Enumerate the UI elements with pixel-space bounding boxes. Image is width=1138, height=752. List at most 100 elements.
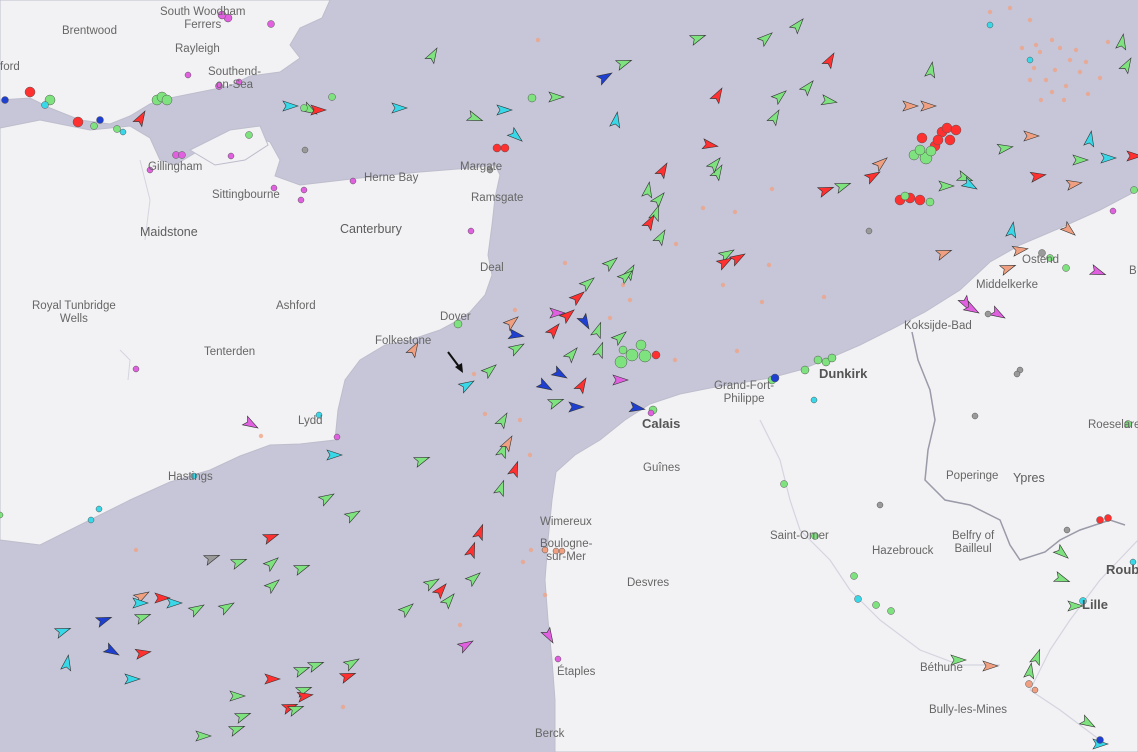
tanker-vessel-anchored-marker[interactable] xyxy=(1104,514,1112,522)
pleasure-vessel-anchored-marker[interactable] xyxy=(554,655,562,663)
pleasure-vessel-anchored-marker[interactable] xyxy=(178,151,186,159)
fishing-vessel-dot[interactable] xyxy=(562,260,568,266)
tug-vessel-anchored-marker[interactable] xyxy=(854,595,862,603)
tug-vessel-anchored-marker[interactable] xyxy=(810,396,818,404)
cargo-vessel-anchored-marker[interactable] xyxy=(780,480,788,488)
tug-vessel-anchored-marker[interactable] xyxy=(1026,56,1034,64)
cargo-vessel-anchored-marker[interactable] xyxy=(872,601,880,609)
fishing-vessel-dot[interactable] xyxy=(1097,75,1103,81)
cargo-vessel-anchored-marker[interactable] xyxy=(850,572,858,580)
fishing-vessel-dot[interactable] xyxy=(620,282,626,288)
fishing-vessel-dot[interactable] xyxy=(1061,97,1067,103)
pleasure-vessel-anchored-marker[interactable] xyxy=(184,71,192,79)
tanker-vessel-anchored-marker[interactable] xyxy=(914,194,926,206)
fishing-vessel-dot[interactable] xyxy=(1085,91,1091,97)
vessel-map[interactable] xyxy=(0,0,1138,752)
fishing-vessel-dot[interactable] xyxy=(1027,77,1033,83)
fishing-vessel-dot[interactable] xyxy=(1057,45,1063,51)
tanker-vessel-anchored-marker[interactable] xyxy=(72,116,84,128)
fishing-vessel-dot[interactable] xyxy=(512,307,518,313)
unknown-vessel-anchored-marker[interactable] xyxy=(876,501,884,509)
fishing-vessel-dot[interactable] xyxy=(1073,47,1079,53)
cargo-vessel-anchored-marker[interactable] xyxy=(1130,186,1138,194)
fishing-vessel-dot[interactable] xyxy=(1067,57,1073,63)
unknown-vessel-anchored-marker[interactable] xyxy=(865,227,873,235)
tug-vessel-anchored-marker[interactable] xyxy=(986,21,994,29)
fishing-vessel-anchored-marker[interactable] xyxy=(1031,686,1039,694)
fishing-vessel-dot[interactable] xyxy=(627,297,633,303)
fishing-vessel-dot[interactable] xyxy=(1043,77,1049,83)
cargo-vessel-anchored-marker[interactable] xyxy=(638,349,652,363)
tanker-vessel-anchored-marker[interactable] xyxy=(492,143,502,153)
fishing-vessel-dot[interactable] xyxy=(133,547,139,553)
cargo-vessel-anchored-marker[interactable] xyxy=(914,144,926,156)
passenger-vessel-anchored-marker[interactable] xyxy=(1,96,9,104)
fishing-vessel-dot[interactable] xyxy=(482,411,488,417)
cargo-vessel-anchored-marker[interactable] xyxy=(813,355,823,365)
pleasure-vessel-anchored-marker[interactable] xyxy=(132,365,140,373)
fishing-vessel-dot[interactable] xyxy=(1077,69,1083,75)
cargo-vessel-anchored-marker[interactable] xyxy=(328,93,336,101)
fishing-vessel-dot[interactable] xyxy=(821,294,827,300)
fishing-vessel-dot[interactable] xyxy=(987,9,993,15)
pleasure-vessel-anchored-marker[interactable] xyxy=(349,177,357,185)
fishing-vessel-dot[interactable] xyxy=(1007,5,1013,11)
tug-vessel-anchored-marker[interactable] xyxy=(95,505,103,513)
cargo-vessel-anchored-marker[interactable] xyxy=(887,607,895,615)
fishing-vessel-anchored-marker[interactable] xyxy=(1025,680,1033,688)
fishing-vessel-dot[interactable] xyxy=(1027,17,1033,23)
unknown-vessel-anchored-marker[interactable] xyxy=(1063,526,1071,534)
pleasure-vessel-anchored-marker[interactable] xyxy=(467,227,475,235)
fishing-vessel-dot[interactable] xyxy=(520,559,526,565)
fishing-vessel-dot[interactable] xyxy=(1038,97,1044,103)
pleasure-vessel-anchored-marker[interactable] xyxy=(1109,207,1117,215)
fishing-vessel-dot[interactable] xyxy=(759,299,765,305)
cargo-vessel-anchored-marker[interactable] xyxy=(245,131,253,139)
tug-vessel-anchored-marker[interactable] xyxy=(119,128,127,136)
cargo-vessel-anchored-marker[interactable] xyxy=(827,353,837,363)
cargo-vessel-anchored-marker[interactable] xyxy=(618,345,628,355)
fishing-vessel-dot[interactable] xyxy=(527,452,533,458)
cargo-vessel-anchored-marker[interactable] xyxy=(635,339,647,351)
cargo-vessel-anchored-marker[interactable] xyxy=(1062,264,1070,272)
tanker-vessel-anchored-marker[interactable] xyxy=(500,143,510,153)
fishing-vessel-dot[interactable] xyxy=(673,241,679,247)
fishing-vessel-dot[interactable] xyxy=(528,547,534,553)
tanker-vessel-anchored-marker[interactable] xyxy=(916,132,928,144)
fishing-vessel-dot[interactable] xyxy=(1063,83,1069,89)
pleasure-vessel-anchored-marker[interactable] xyxy=(333,433,341,441)
pleasure-vessel-anchored-marker[interactable] xyxy=(227,152,235,160)
cargo-vessel-anchored-marker[interactable] xyxy=(625,348,639,362)
fishing-vessel-dot[interactable] xyxy=(1105,39,1111,45)
fishing-vessel-dot[interactable] xyxy=(732,209,738,215)
tanker-vessel-anchored-marker[interactable] xyxy=(941,122,953,134)
fishing-vessel-dot[interactable] xyxy=(607,315,613,321)
cargo-vessel-anchored-marker[interactable] xyxy=(527,93,537,103)
cargo-vessel-anchored-marker[interactable] xyxy=(161,94,173,106)
fishing-vessel-dot[interactable] xyxy=(1049,89,1055,95)
fishing-vessel-dot[interactable] xyxy=(769,186,775,192)
cargo-vessel-anchored-marker[interactable] xyxy=(113,125,121,133)
pleasure-vessel-anchored-marker[interactable] xyxy=(267,20,275,28)
cargo-vessel-anchored-marker[interactable] xyxy=(925,145,937,157)
unknown-vessel-anchored-marker[interactable] xyxy=(984,310,992,318)
tanker-vessel-anchored-marker[interactable] xyxy=(932,134,944,146)
fishing-vessel-dot[interactable] xyxy=(1049,37,1055,43)
fishing-vessel-dot[interactable] xyxy=(471,371,477,377)
tanker-vessel-anchored-marker[interactable] xyxy=(24,86,36,98)
unknown-vessel-anchored-marker[interactable] xyxy=(301,146,309,154)
fishing-vessel-dot[interactable] xyxy=(1052,67,1058,73)
fishing-vessel-dot[interactable] xyxy=(672,357,678,363)
fishing-vessel-dot[interactable] xyxy=(734,348,740,354)
pleasure-vessel-anchored-marker[interactable] xyxy=(297,196,305,204)
unknown-vessel-anchored-marker[interactable] xyxy=(971,412,979,420)
fishing-vessel-dot[interactable] xyxy=(457,622,463,628)
unknown-vessel-anchored-marker[interactable] xyxy=(1013,370,1021,378)
cargo-vessel-anchored-marker[interactable] xyxy=(614,355,628,369)
pleasure-vessel-anchored-marker[interactable] xyxy=(300,186,308,194)
fishing-vessel-dot[interactable] xyxy=(1037,49,1043,55)
tanker-vessel-anchored-marker[interactable] xyxy=(944,134,956,146)
tanker-vessel-anchored-marker[interactable] xyxy=(950,124,962,136)
fishing-vessel-dot[interactable] xyxy=(258,433,264,439)
fishing-vessel-dot[interactable] xyxy=(1019,45,1025,51)
